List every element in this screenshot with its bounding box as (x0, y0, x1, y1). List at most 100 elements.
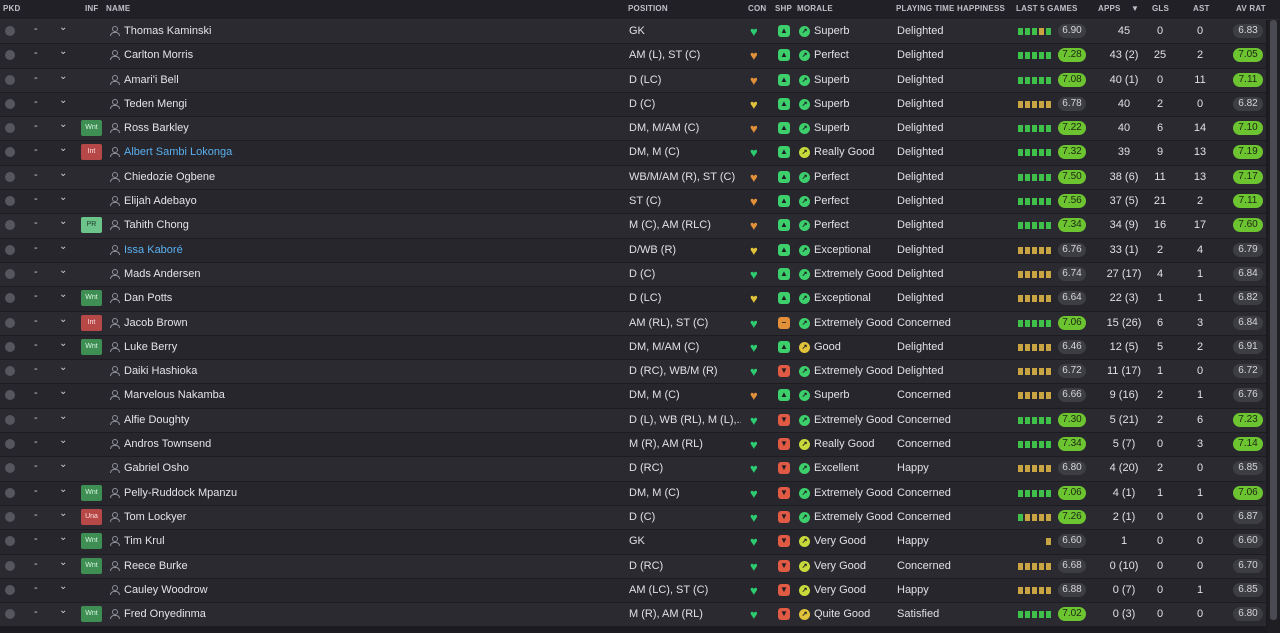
player-name[interactable]: Andros Townsend (124, 438, 211, 450)
pick-status[interactable]: - (34, 509, 38, 521)
pick-status[interactable]: - (34, 485, 38, 497)
col-inf[interactable]: INF (85, 4, 99, 13)
table-row[interactable]: - ⌄ Gabriel Osho D (RC) ♥ ▼ ↗ Excellent Happy 6.8… (0, 457, 1266, 482)
table-row[interactable]: - ⌄ Mads Andersen D (C) ♥ ▲ ↗ Extremely Good Del… (0, 262, 1266, 288)
player-name[interactable]: Ross Barkley (124, 122, 189, 134)
player-name[interactable]: Pelly-Ruddock Mpanzu (124, 487, 237, 499)
pick-status[interactable]: - (34, 387, 38, 399)
table-row[interactable]: - ⌄ Carlton Morris AM (L), ST (C) ♥ ▲ ↗ Perfect… (0, 44, 1266, 69)
pick-toggle-icon[interactable] (5, 560, 15, 571)
chevron-down-icon[interactable]: ⌄ (59, 532, 67, 543)
pick-toggle-icon[interactable] (5, 26, 15, 36)
col-avrat[interactable]: AV RAT (1236, 4, 1266, 13)
chevron-down-icon[interactable]: ⌄ (59, 46, 67, 57)
pick-status[interactable]: - (34, 193, 38, 205)
chevron-down-icon[interactable]: ⌄ (59, 192, 67, 203)
player-name[interactable]: Teden Mengi (124, 98, 187, 110)
table-row[interactable]: - ⌄ Thomas Kaminski GK ♥ ▲ ↗ Superb Delighted 6.9… (0, 20, 1266, 45)
table-row[interactable]: - ⌄ Teden Mengi D (C) ♥ ▲ ↗ Superb Delighted 6.78… (0, 92, 1266, 118)
col-ast[interactable]: AST (1193, 4, 1210, 13)
pick-toggle-icon[interactable] (5, 584, 15, 595)
player-name[interactable]: Reece Burke (124, 560, 188, 572)
pick-toggle-icon[interactable] (5, 366, 15, 377)
pick-status[interactable]: - (34, 23, 38, 35)
player-name[interactable]: Alfie Doughty (124, 414, 189, 426)
pick-toggle-icon[interactable] (5, 50, 15, 61)
col-apps[interactable]: APPS (1098, 4, 1121, 13)
pick-toggle-icon[interactable] (5, 171, 15, 182)
pick-toggle-icon[interactable] (5, 268, 15, 279)
player-name[interactable]: Albert Sambi Lokonga (124, 146, 232, 158)
pick-toggle-icon[interactable] (5, 487, 15, 498)
pick-status[interactable]: - (34, 533, 38, 545)
chevron-down-icon[interactable]: ⌄ (59, 508, 67, 519)
pick-toggle-icon[interactable] (5, 74, 15, 85)
table-row[interactable]: - ⌄ Wnt Luke Berry DM, M/AM (C) ♥ ▲ ↗ Good Deligh… (0, 335, 1266, 361)
table-row[interactable]: - ⌄ Int Albert Sambi Lokonga DM, M (C) ♥ ▲ ↗ Rea… (0, 141, 1266, 166)
col-last5[interactable]: LAST 5 GAMES (1016, 4, 1078, 13)
table-row[interactable]: - ⌄ Wnt Fred Onyedinma M (R), AM (RL) ♥ ▼ ↗ Quit… (0, 603, 1266, 628)
sort-desc-icon[interactable]: ▼ (1131, 4, 1139, 13)
player-name[interactable]: Dan Potts (124, 292, 172, 304)
player-name[interactable]: Tim Krul (124, 535, 165, 547)
pick-toggle-icon[interactable] (5, 147, 15, 158)
pick-status[interactable]: - (34, 412, 38, 424)
player-name[interactable]: Elijah Adebayo (124, 195, 197, 207)
player-name[interactable]: Mads Andersen (124, 268, 200, 280)
table-row[interactable]: - ⌄ Elijah Adebayo ST (C) ♥ ▲ ↗ Perfect Delighte… (0, 190, 1266, 215)
pick-status[interactable]: - (34, 169, 38, 181)
pick-status[interactable]: - (34, 606, 38, 618)
pick-toggle-icon[interactable] (5, 536, 15, 547)
player-name[interactable]: Luke Berry (124, 341, 177, 353)
col-morale[interactable]: MORALE (797, 4, 833, 13)
pick-status[interactable]: - (34, 96, 38, 108)
table-row[interactable]: - ⌄ Alfie Doughty D (L), WB (RL), M (L),...… (0, 408, 1266, 434)
pick-status[interactable]: - (34, 47, 38, 59)
chevron-down-icon[interactable]: ⌄ (59, 459, 67, 470)
table-row[interactable]: - ⌄ Issa Kaboré D/WB (R) ♥ ▲ ↗ Exceptional Delig… (0, 238, 1266, 263)
pick-toggle-icon[interactable] (5, 98, 15, 109)
table-row[interactable]: - ⌄ PR Tahith Chong M (C), AM (RLC) ♥ ▲ ↗ Perfec… (0, 214, 1266, 239)
pick-status[interactable]: - (34, 315, 38, 327)
player-name[interactable]: Gabriel Osho (124, 462, 189, 474)
player-name[interactable]: Thomas Kaminski (124, 25, 211, 37)
pick-toggle-icon[interactable] (5, 414, 15, 425)
table-row[interactable]: - ⌄ Wnt Ross Barkley DM, M/AM (C) ♥ ▲ ↗ Superb De… (0, 117, 1266, 142)
player-name[interactable]: Issa Kaboré (124, 244, 183, 256)
pick-status[interactable]: - (34, 266, 38, 278)
table-row[interactable]: - ⌄ Marvelous Nakamba DM, M (C) ♥ ▲ ↗ Superb Con… (0, 384, 1266, 409)
player-name[interactable]: Cauley Woodrow (124, 584, 208, 596)
pick-toggle-icon[interactable] (5, 511, 15, 522)
pick-status[interactable]: - (34, 120, 38, 132)
table-row[interactable]: - ⌄ Andros Townsend M (R), AM (RL) ♥ ▼ ↗ Really… (0, 433, 1266, 458)
table-row[interactable]: - ⌄ Daiki Hashioka D (RC), WB/M (R) ♥ ▼ ↗ Extre… (0, 360, 1266, 385)
pick-status[interactable]: - (34, 290, 38, 302)
chevron-down-icon[interactable]: ⌄ (59, 362, 67, 373)
table-row[interactable]: - ⌄ Cauley Woodrow AM (LC), ST (C) ♥ ▼ ↗ Very G… (0, 578, 1266, 604)
pick-toggle-icon[interactable] (5, 317, 15, 328)
col-gls[interactable]: GLS (1152, 4, 1169, 13)
chevron-down-icon[interactable]: ⌄ (59, 314, 67, 325)
table-row[interactable]: - ⌄ Una Tom Lockyer D (C) ♥ ▼ ↗ Extremely Good Co… (0, 505, 1266, 531)
pick-status[interactable]: - (34, 363, 38, 375)
player-name[interactable]: Chiedozie Ogbene (124, 171, 215, 183)
table-row[interactable]: - ⌄ Wnt Tim Krul GK ♥ ▼ ↗ Very Good Happy 6.60 1 0 0 6… (0, 530, 1266, 555)
table-row[interactable]: - ⌄ Chiedozie Ogbene WB/M/AM (R), ST (C) ♥ ▲ ↗… (0, 165, 1266, 191)
pick-status[interactable]: - (34, 339, 38, 351)
pick-toggle-icon[interactable] (5, 463, 15, 474)
col-con[interactable]: CON (748, 4, 766, 13)
pick-toggle-icon[interactable] (5, 293, 15, 304)
chevron-down-icon[interactable]: ⌄ (59, 143, 67, 154)
pick-status[interactable]: - (34, 460, 38, 472)
player-name[interactable]: Marvelous Nakamba (124, 389, 225, 401)
chevron-down-icon[interactable]: ⌄ (59, 581, 67, 592)
table-row[interactable]: - ⌄ Wnt Pelly-Ruddock Mpanzu DM, M (C) ♥ ▼ ↗ Ext… (0, 481, 1266, 506)
chevron-down-icon[interactable]: ⌄ (59, 216, 67, 227)
player-name[interactable]: Daiki Hashioka (124, 365, 197, 377)
player-name[interactable]: Fred Onyedinma (124, 608, 206, 620)
chevron-down-icon[interactable]: ⌄ (59, 338, 67, 349)
chevron-down-icon[interactable]: ⌄ (59, 386, 67, 397)
player-name[interactable]: Tahith Chong (124, 219, 189, 231)
pick-status[interactable]: - (34, 144, 38, 156)
chevron-down-icon[interactable]: ⌄ (59, 435, 67, 446)
